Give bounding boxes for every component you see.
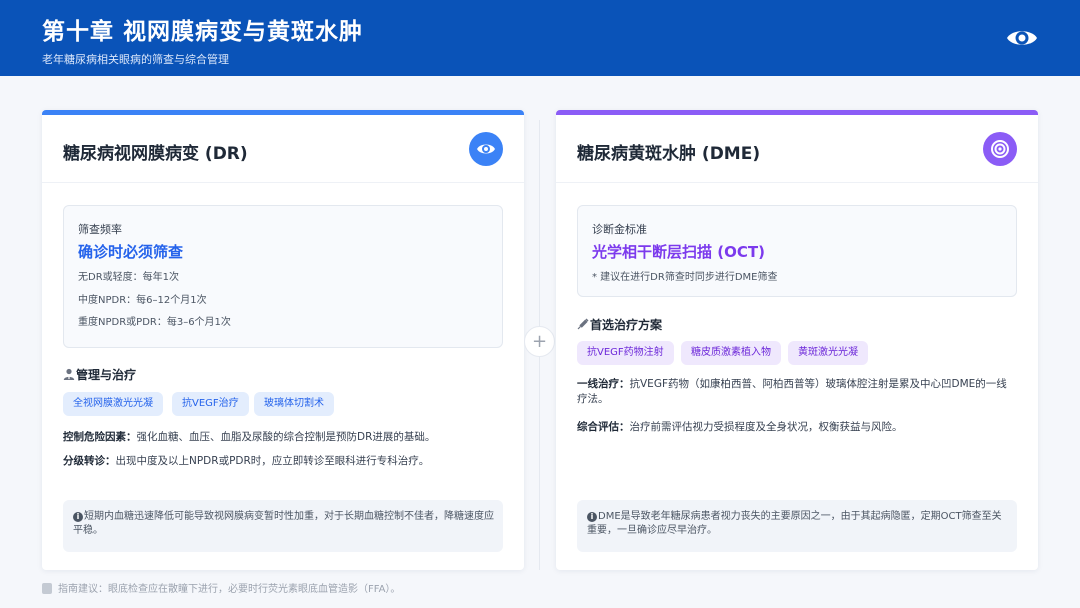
risk-factor-label: 控制危险因素：	[63, 431, 137, 443]
page-header: 第十章 视网膜病变与黄斑水肿 老年糖尿病相关眼病的筛查与综合管理	[0, 0, 1080, 76]
screening-frequency-box: 筛查频率 确诊时必须筛查 无DR或轻度：每年1次 中度NPDR：每6–12个月1…	[63, 205, 503, 348]
syringe-icon	[577, 318, 589, 330]
tag-prp: 全视网膜激光光凝	[63, 392, 163, 416]
dr-note-text: 短期内血糖迅速降低可能导致视网膜病变暂时性加重，对于长期血糖控制不佳者，降糖速度…	[73, 511, 494, 536]
screening-line-2: 中度NPDR：每6–12个月1次	[78, 295, 207, 306]
screening-label: 筛查频率	[78, 223, 122, 236]
page-subtitle: 老年糖尿病相关眼病的筛查与综合管理	[42, 53, 229, 66]
assessment-text: 治疗前需评估视力受损程度及全身状况，权衡获益与风险。	[629, 421, 903, 433]
dme-note: i DME是导致老年糖尿病患者视力丧失的主要原因之一，由于其起病隐匿，定期OCT筛…	[577, 500, 1017, 552]
screening-line-1: 无DR或轻度：每年1次	[78, 272, 180, 283]
dr-note-text-wrap: i 短期内血糖迅速降低可能导致视网膜病变暂时性加重，对于长期血糖控制不佳者，降糖速…	[73, 510, 495, 538]
treatment-section-title: 首选治疗方案	[577, 316, 662, 333]
page-title: 第十章 视网膜病变与黄斑水肿	[42, 19, 364, 45]
referral-label: 分级转诊：	[63, 455, 116, 467]
page-footer: 指南建议：眼底检查应在散瞳下进行，必要时行荧光素眼底血管造影（FFA）。	[42, 580, 400, 595]
dme-note-text-wrap: i DME是导致老年糖尿病患者视力丧失的主要原因之一，由于其起病隐匿，定期OCT筛…	[587, 510, 1009, 538]
risk-factor-text: 强化血糖、血压、血脂及尿酸的综合控制是预防DR进展的基础。	[136, 431, 436, 443]
doctor-icon	[63, 368, 75, 380]
diagnosis-note-line: * 建议在进行DR筛查时同步进行DME筛查	[592, 272, 778, 283]
info-icon: i	[73, 512, 83, 522]
dme-card: 糖尿病黄斑水肿 (DME) 诊断金标准 光学相干断层扫描 (OCT) * 建议在…	[556, 110, 1038, 570]
plus-icon: +	[524, 326, 555, 357]
screening-headline: 确诊时必须筛查	[78, 243, 184, 261]
target-icon	[983, 132, 1017, 166]
dr-card-header: 糖尿病视网膜病变 (DR)	[42, 115, 524, 183]
screening-line-3: 重度NPDR或PDR：每3–6个月1次	[78, 317, 231, 328]
info-icon: i	[587, 512, 597, 522]
dr-note: i 短期内血糖迅速降低可能导致视网膜病变暂时性加重，对于长期血糖控制不佳者，降糖速…	[63, 500, 503, 552]
first-line-label: 一线治疗：	[577, 378, 630, 390]
dr-card: 糖尿病视网膜病变 (DR) 筛查频率 确诊时必须筛查 无DR或轻度：每年1次 中…	[42, 110, 524, 570]
diagnosis-standard-box: 诊断金标准 光学相干断层扫描 (OCT) * 建议在进行DR筛查时同步进行DME…	[577, 205, 1017, 297]
first-line-paragraph: 一线治疗：抗VEGF药物（如康柏西普、阿柏西普等）玻璃体腔注射是累及中心凹DME…	[577, 377, 1017, 407]
dr-card-title: 糖尿病视网膜病变 (DR)	[63, 144, 248, 164]
book-icon	[42, 583, 52, 594]
management-section-title: 管理与治疗	[63, 366, 136, 383]
management-title-text: 管理与治疗	[76, 368, 137, 382]
tag-macular-laser: 黄斑激光光凝	[788, 341, 868, 365]
referral-paragraph: 分级转诊：出现中度及以上NPDR或PDR时，应立即转诊至眼科进行专科治疗。	[63, 454, 503, 469]
dme-card-title: 糖尿病黄斑水肿 (DME)	[577, 144, 761, 164]
first-line-text: 抗VEGF药物（如康柏西普、阿柏西普等）玻璃体腔注射是累及中心凹DME的一线疗法…	[577, 378, 1007, 405]
assessment-paragraph: 综合评估：治疗前需评估视力受损程度及全身状况，权衡获益与风险。	[577, 420, 1017, 435]
diagnosis-label: 诊断金标准	[592, 223, 647, 236]
tag-anti-vegf-injection: 抗VEGF药物注射	[577, 341, 674, 365]
referral-text: 出现中度及以上NPDR或PDR时，应立即转诊至眼科进行专科治疗。	[115, 455, 430, 467]
treatment-title-text: 首选治疗方案	[590, 318, 663, 332]
risk-factor-paragraph: 控制危险因素：强化血糖、血压、血脂及尿酸的综合控制是预防DR进展的基础。	[63, 430, 503, 445]
tag-vitrectomy: 玻璃体切割术	[254, 392, 334, 416]
dme-note-text: DME是导致老年糖尿病患者视力丧失的主要原因之一，由于其起病隐匿，定期OCT筛查…	[587, 511, 1002, 536]
diagnosis-headline: 光学相干断层扫描 (OCT)	[592, 243, 765, 261]
eye-icon	[469, 132, 503, 166]
dme-card-header: 糖尿病黄斑水肿 (DME)	[556, 115, 1038, 183]
footer-text: 指南建议：眼底检查应在散瞳下进行，必要时行荧光素眼底血管造影（FFA）。	[58, 584, 401, 595]
eye-icon	[1007, 31, 1037, 45]
tag-steroid-implant: 糖皮质激素植入物	[681, 341, 781, 365]
tag-anti-vegf: 抗VEGF治疗	[172, 392, 249, 416]
assessment-label: 综合评估：	[577, 421, 630, 433]
